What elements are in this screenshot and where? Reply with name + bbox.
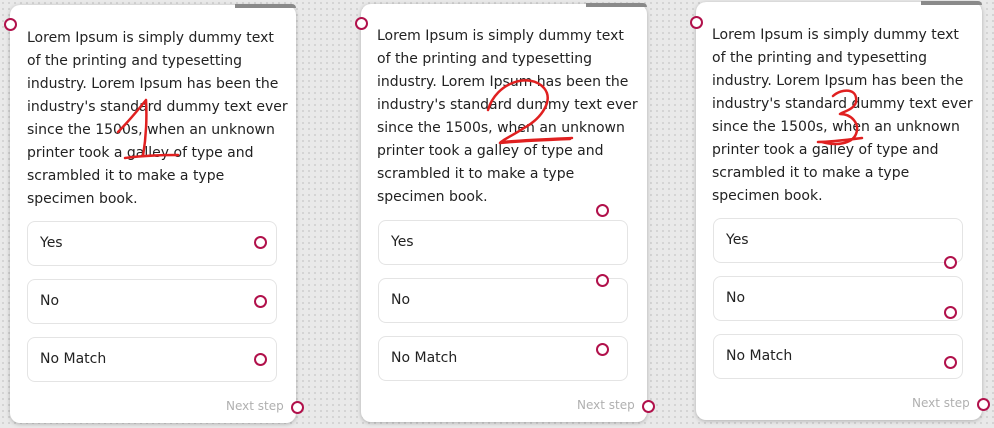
option-yes[interactable]: Yes: [27, 221, 277, 266]
input-port[interactable]: [355, 17, 368, 30]
input-port[interactable]: [690, 16, 703, 29]
option-no-match[interactable]: No Match: [378, 336, 628, 381]
option-no[interactable]: No: [378, 278, 628, 323]
option-label: No: [391, 292, 411, 308]
next-step-label: Next step: [577, 398, 635, 412]
question-card-3: Lorem Ipsum is simply dummy text of the …: [696, 1, 982, 420]
output-port-yes[interactable]: [254, 236, 267, 249]
next-step-label: Next step: [912, 396, 970, 410]
next-step-port[interactable]: [291, 401, 304, 414]
option-no-match[interactable]: No Match: [713, 334, 963, 379]
option-yes[interactable]: Yes: [713, 218, 963, 263]
option-yes[interactable]: Yes: [378, 220, 628, 265]
option-label: No Match: [391, 350, 458, 366]
option-label: No Match: [40, 351, 107, 367]
card-tab: [235, 4, 296, 8]
output-port-no[interactable]: [596, 274, 609, 287]
option-label: No: [40, 293, 60, 309]
option-label: No: [726, 290, 746, 306]
output-port-no[interactable]: [254, 295, 267, 308]
card-description: Lorem Ipsum is simply dummy text of the …: [27, 30, 288, 207]
card-tab: [586, 3, 647, 7]
output-port-no[interactable]: [944, 306, 957, 319]
card-tab: [921, 1, 982, 5]
option-no[interactable]: No: [27, 279, 277, 324]
input-port[interactable]: [4, 18, 17, 31]
card-description: Lorem Ipsum is simply dummy text of the …: [377, 28, 638, 205]
option-no-match[interactable]: No Match: [27, 337, 277, 382]
option-no[interactable]: No: [713, 276, 963, 321]
output-port-no-match[interactable]: [944, 356, 957, 369]
next-step-label: Next step: [226, 399, 284, 413]
next-step-port[interactable]: [977, 398, 990, 411]
option-label: Yes: [391, 234, 414, 250]
output-port-yes[interactable]: [944, 256, 957, 269]
next-step-port[interactable]: [642, 400, 655, 413]
option-label: No Match: [726, 348, 793, 364]
output-port-no-match[interactable]: [596, 343, 609, 356]
output-port-yes[interactable]: [596, 204, 609, 217]
card-description: Lorem Ipsum is simply dummy text of the …: [712, 27, 973, 204]
option-label: Yes: [726, 232, 749, 248]
output-port-no-match[interactable]: [254, 353, 267, 366]
option-label: Yes: [40, 235, 63, 251]
